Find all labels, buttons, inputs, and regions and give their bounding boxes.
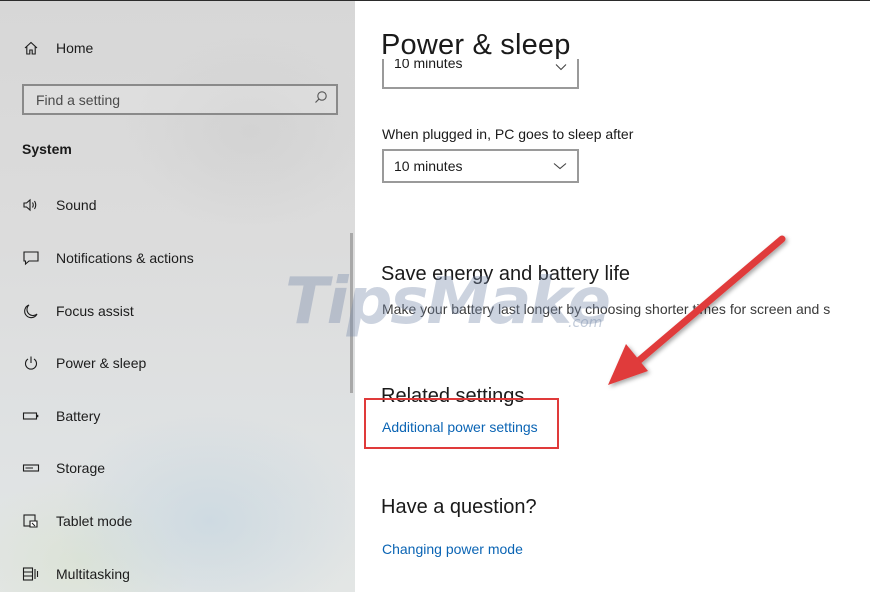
sidebar-item-focus-assist[interactable]: Focus assist	[20, 299, 134, 323]
save-energy-description: Make your battery last longer by choosin…	[382, 301, 831, 317]
storage-icon	[20, 457, 42, 479]
screen-timeout-dropdown[interactable]: 10 minutes	[382, 59, 579, 89]
sidebar-section-heading: System	[22, 141, 72, 157]
sidebar-item-label: Multitasking	[56, 566, 130, 582]
changing-power-mode-link[interactable]: Changing power mode	[382, 541, 523, 557]
sidebar-item-battery[interactable]: Battery	[20, 404, 100, 428]
dropdown-value: 10 minutes	[394, 158, 463, 174]
sidebar-item-notifications[interactable]: Notifications & actions	[20, 246, 194, 270]
chevron-down-icon	[555, 59, 567, 76]
save-energy-heading: Save energy and battery life	[381, 263, 631, 285]
sidebar-item-label: Tablet mode	[56, 513, 133, 529]
dropdown-value: 10 minutes	[394, 59, 463, 71]
sidebar-item-home[interactable]: Home	[20, 36, 93, 60]
search-input[interactable]	[36, 91, 296, 108]
additional-power-settings-link[interactable]: Additional power settings	[382, 419, 538, 435]
sidebar-item-label: Focus assist	[56, 303, 134, 319]
home-icon	[20, 37, 42, 59]
speaker-icon	[20, 194, 42, 216]
page-title: Power & sleep	[381, 29, 571, 61]
sidebar-item-label: Power & sleep	[56, 355, 147, 371]
sidebar-item-label: Storage	[56, 460, 106, 476]
sidebar-item-storage[interactable]: Storage	[20, 456, 105, 480]
moon-icon	[20, 300, 42, 322]
sidebar-item-label: Home	[56, 40, 94, 56]
sidebar-scrollbar[interactable]	[350, 233, 353, 393]
settings-window: Home System Sound Notifications & action…	[0, 0, 870, 592]
sidebar-item-power-sleep[interactable]: Power & sleep	[20, 351, 146, 375]
sidebar: Home System Sound Notifications & action…	[0, 1, 355, 592]
sidebar-item-label: Battery	[56, 408, 101, 424]
sidebar-item-multitasking[interactable]: Multitasking	[20, 562, 130, 586]
search-box[interactable]	[22, 84, 338, 115]
tablet-mode-icon	[20, 510, 42, 532]
message-icon	[20, 247, 42, 269]
multitasking-icon	[20, 563, 42, 585]
sleep-timeout-dropdown[interactable]: 10 minutes	[382, 149, 579, 183]
sleep-timeout-label: When plugged in, PC goes to sleep after	[382, 126, 634, 142]
sidebar-item-sound[interactable]: Sound	[20, 193, 96, 217]
battery-icon	[20, 405, 42, 427]
sidebar-item-tablet-mode[interactable]: Tablet mode	[20, 509, 132, 533]
chevron-down-icon	[553, 157, 567, 175]
power-icon	[20, 352, 42, 374]
sidebar-item-label: Notifications & actions	[56, 250, 194, 266]
search-icon[interactable]	[314, 90, 328, 109]
main-content: Power & sleep 10 minutes When plugged in…	[355, 1, 870, 592]
sidebar-item-label: Sound	[56, 197, 97, 213]
have-a-question-heading: Have a question?	[381, 496, 537, 518]
